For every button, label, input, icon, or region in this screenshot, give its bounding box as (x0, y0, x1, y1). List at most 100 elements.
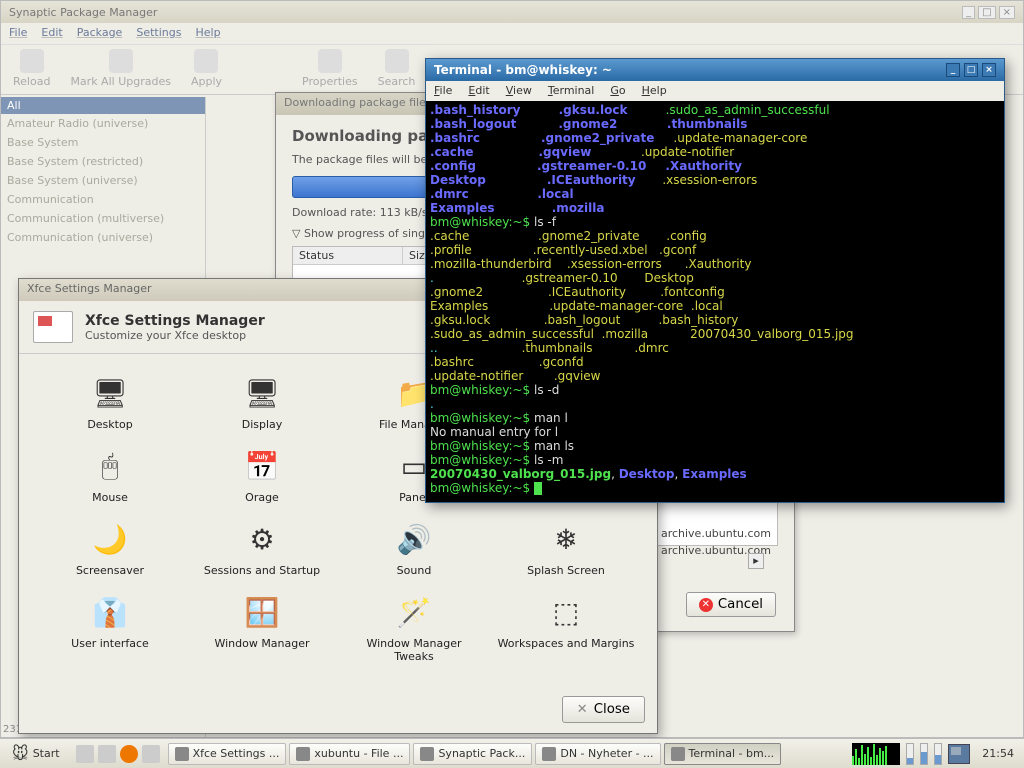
task-icon (420, 747, 434, 761)
task-icon (296, 747, 310, 761)
task-button[interactable]: Xfce Settings ... (168, 743, 287, 765)
properties-button[interactable]: Properties (302, 49, 358, 90)
settings-item-label: Window Manager (214, 637, 309, 650)
settings-item-splash-screen[interactable]: ❄ Splash Screen (493, 514, 639, 581)
settings-item-window-manager-tweaks[interactable]: 🪄 Window Manager Tweaks (341, 587, 487, 667)
sidebar-item[interactable]: Amateur Radio (universe) (1, 114, 205, 133)
menu-go[interactable]: Go (610, 84, 625, 98)
firefox-icon[interactable] (120, 745, 138, 763)
reload-button[interactable]: Reload (13, 49, 50, 90)
xsm-subtitle: Customize your Xfce desktop (85, 329, 265, 342)
clock[interactable]: 21:54 (976, 747, 1020, 760)
settings-item-display[interactable]: 🖥 Display (189, 368, 335, 435)
maximize-icon[interactable]: □ (978, 6, 995, 19)
meter-2[interactable] (920, 743, 928, 765)
menu-file[interactable]: File (434, 84, 452, 98)
close-icon[interactable]: × (999, 6, 1015, 19)
camera-icon[interactable] (142, 745, 160, 763)
menu-view[interactable]: View (506, 84, 532, 98)
cancel-button[interactable]: ✕ Cancel (686, 592, 776, 617)
settings-item-icon: 🖥 (241, 372, 283, 414)
scroll-right-icon[interactable]: ▸ (748, 553, 764, 569)
settings-item-desktop[interactable]: 🖥 Desktop (37, 368, 183, 435)
settings-item-screensaver[interactable]: 🌙 Screensaver (37, 514, 183, 581)
xsm-heading: Xfce Settings Manager (85, 313, 265, 329)
settings-item-workspaces-and-margins[interactable]: ⬚ Workspaces and Margins (493, 587, 639, 667)
settings-item-sound[interactable]: 🔊 Sound (341, 514, 487, 581)
close-icon[interactable]: × (982, 63, 996, 77)
task-label: Terminal - bm... (689, 747, 775, 760)
start-button[interactable]: 🐭 Start (4, 742, 68, 765)
task-label: DN - Nyheter - ... (560, 747, 653, 760)
synaptic-title: Synaptic Package Manager (9, 6, 157, 19)
terminal-content[interactable]: .bash_history .gksu.lock .sudo_as_admin_… (426, 101, 1004, 502)
settings-item-mouse[interactable]: 🖱 Mouse (37, 441, 183, 508)
settings-item-user-interface[interactable]: 👔 User interface (37, 587, 183, 667)
settings-icon (33, 311, 73, 343)
settings-item-orage[interactable]: 📅 Orage (189, 441, 335, 508)
search-icon (385, 49, 409, 73)
system-tray: 21:54 (852, 743, 1020, 765)
settings-item-window-manager[interactable]: 🪟 Window Manager (189, 587, 335, 667)
properties-icon (318, 49, 342, 73)
sidebar-item[interactable]: Communication (multiverse) (1, 209, 205, 228)
quick-launch (72, 745, 164, 763)
synaptic-titlebar[interactable]: Synaptic Package Manager _ □ × (1, 1, 1023, 23)
col-status[interactable]: Status (293, 247, 403, 264)
menu-file[interactable]: File (9, 26, 27, 41)
menu-edit[interactable]: Edit (468, 84, 489, 98)
window-buttons: _ □ × (946, 63, 996, 77)
menu-package[interactable]: Package (77, 26, 123, 41)
menu-help[interactable]: Help (642, 84, 667, 98)
menu-edit[interactable]: Edit (41, 26, 62, 41)
task-button[interactable]: Synaptic Pack... (413, 743, 532, 765)
sidebar-header-all[interactable]: All (1, 97, 205, 114)
meter-1[interactable] (906, 743, 914, 765)
reload-icon (20, 49, 44, 73)
sidebar-item[interactable]: Communication (universe) (1, 228, 205, 247)
settings-item-icon: 🪄 (393, 591, 435, 633)
menu-help[interactable]: Help (195, 26, 220, 41)
search-button[interactable]: Search (378, 49, 416, 90)
sidebar-item[interactable]: Base System (universe) (1, 171, 205, 190)
close-button[interactable]: ✕ Close (562, 696, 645, 723)
settings-item-icon: 🌙 (89, 518, 131, 560)
minimize-icon[interactable]: _ (946, 63, 960, 77)
terminal-titlebar[interactable]: Terminal - bm@whiskey: ~ _ □ × (426, 59, 1004, 81)
terminal-menubar: File Edit View Terminal Go Help (426, 81, 1004, 101)
settings-item-label: Desktop (87, 418, 132, 431)
settings-item-label: Window Manager Tweaks (345, 637, 483, 663)
menu-settings[interactable]: Settings (136, 26, 181, 41)
window-buttons: _ □ × (962, 6, 1015, 19)
task-button[interactable]: Terminal - bm... (664, 743, 782, 765)
mark-upgrades-button[interactable]: Mark All Upgrades (70, 49, 171, 90)
settings-item-label: Sessions and Startup (204, 564, 320, 577)
task-button[interactable]: xubuntu - File ... (289, 743, 410, 765)
task-icon (671, 747, 685, 761)
show-desktop-icon[interactable] (76, 745, 94, 763)
settings-item-label: Orage (245, 491, 279, 504)
sidebar-item[interactable]: Communication (1, 190, 205, 209)
meter-3[interactable] (934, 743, 942, 765)
file-manager-icon[interactable] (98, 745, 116, 763)
taskbar: 🐭 Start Xfce Settings ... xubuntu - File… (0, 738, 1024, 768)
task-icon (175, 747, 189, 761)
task-label: xubuntu - File ... (314, 747, 403, 760)
apply-button[interactable]: Apply (191, 49, 222, 90)
task-label: Synaptic Pack... (438, 747, 525, 760)
terminal-window: Terminal - bm@whiskey: ~ _ □ × File Edit… (425, 58, 1005, 503)
sidebar-item[interactable]: Base System (1, 133, 205, 152)
sidebar-item[interactable]: Base System (restricted) (1, 152, 205, 171)
synaptic-menubar: File Edit Package Settings Help (1, 23, 1023, 45)
settings-item-sessions-and-startup[interactable]: ⚙ Sessions and Startup (189, 514, 335, 581)
maximize-icon[interactable]: □ (964, 63, 978, 77)
apply-icon (194, 49, 218, 73)
terminal-title: Terminal - bm@whiskey: ~ (434, 63, 612, 77)
minimize-icon[interactable]: _ (962, 6, 975, 19)
settings-item-label: Screensaver (76, 564, 144, 577)
cpu-graph[interactable] (852, 743, 900, 765)
settings-item-icon: 🪟 (241, 591, 283, 633)
menu-terminal[interactable]: Terminal (548, 84, 595, 98)
workspace-pager[interactable] (948, 744, 970, 764)
task-button[interactable]: DN - Nyheter - ... (535, 743, 660, 765)
